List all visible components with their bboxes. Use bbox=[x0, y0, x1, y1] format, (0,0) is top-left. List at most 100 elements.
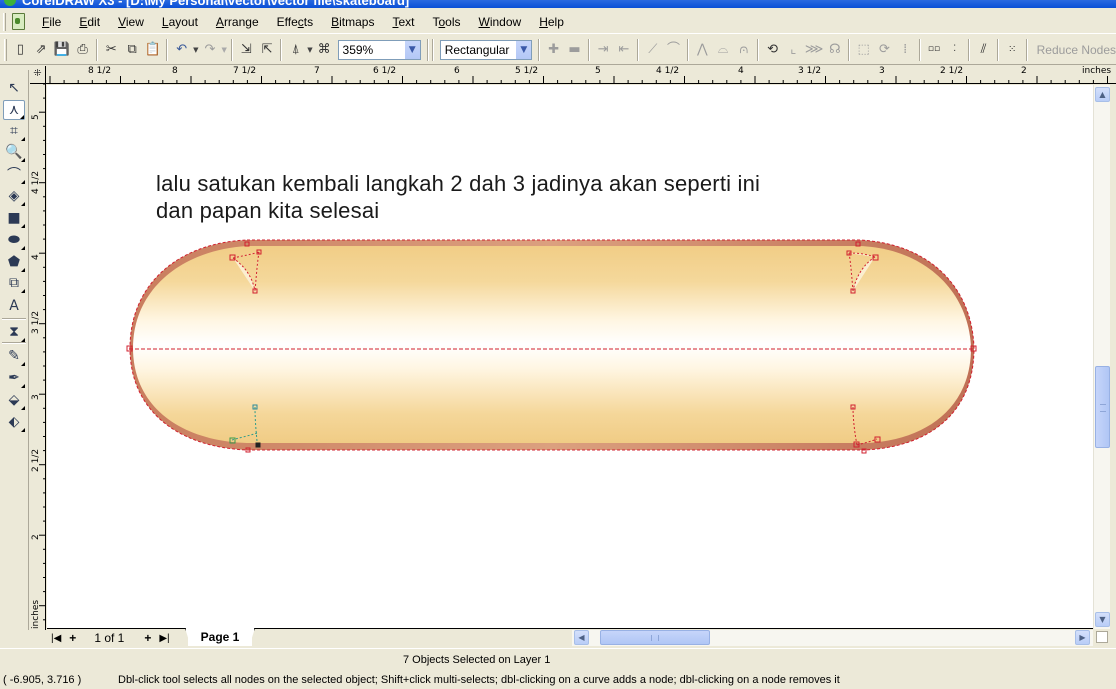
menu-effects[interactable]: Effects bbox=[268, 10, 322, 34]
save-icon[interactable]: 💾 bbox=[51, 39, 72, 61]
toolbox: ↖ ⋏ ⌗ 🔍 ⌒ ◈ ■ ⬬ ⬟ ⧉ A ⧗ ✎ ✒ ⬙ ⬖ bbox=[0, 70, 29, 630]
menu-file[interactable]: File bbox=[33, 10, 70, 34]
toolbar-separator bbox=[166, 38, 169, 61]
symmetrical-node-icon[interactable]: ⩀ bbox=[733, 39, 754, 61]
redo-icon[interactable]: ↷ bbox=[200, 39, 221, 61]
elastic-mode-icon[interactable]: ⫽ bbox=[973, 39, 994, 61]
undo-icon[interactable]: ↶ bbox=[171, 39, 192, 61]
crop-tool-icon[interactable]: ⌗ bbox=[3, 121, 25, 141]
stretch-nodes-icon[interactable]: ⬚ bbox=[853, 39, 874, 61]
reduce-nodes-button[interactable]: Reduce Nodes bbox=[1037, 43, 1116, 57]
convert-to-line-icon[interactable]: ⟋ bbox=[642, 39, 663, 61]
open-icon[interactable]: ⇗ bbox=[31, 39, 52, 61]
reflect-vertical-icon[interactable]: ⁚ bbox=[944, 39, 965, 61]
chevron-down-icon[interactable]: ▼ bbox=[403, 40, 420, 59]
last-page-button[interactable]: ▶| bbox=[155, 633, 173, 644]
shape-tool-icon[interactable]: ⋏ bbox=[3, 100, 25, 120]
flyout-indicator-icon bbox=[21, 428, 25, 432]
join-nodes-icon[interactable]: ⇥ bbox=[593, 39, 614, 61]
menu-window[interactable]: Window bbox=[470, 10, 531, 34]
add-page-after-button[interactable]: + bbox=[140, 631, 155, 645]
launcher-dropdown-icon[interactable]: ▼ bbox=[306, 46, 314, 54]
interactive-fill-tool-icon[interactable]: ⬖ bbox=[3, 412, 25, 432]
drawing-canvas[interactable]: lalu satukan kembali langkah 2 dah 3 jad… bbox=[47, 85, 1093, 628]
snap-to-icon[interactable]: ⌘ bbox=[314, 39, 335, 61]
first-page-button[interactable]: |◀ bbox=[47, 633, 65, 644]
scroll-down-icon[interactable]: ▼ bbox=[1095, 612, 1110, 627]
select-all-nodes-icon[interactable]: ⁙ bbox=[1002, 39, 1023, 61]
menu-bitmaps[interactable]: Bitmaps bbox=[322, 10, 383, 34]
rectangle-tool-icon[interactable]: ■ bbox=[3, 208, 25, 228]
menu-help[interactable]: Help bbox=[530, 10, 573, 34]
smart-fill-tool-icon[interactable]: ◈ bbox=[3, 186, 25, 206]
toolbar-grip[interactable] bbox=[4, 38, 7, 61]
vertical-ruler[interactable]: 54 1/2 4 3 1/2 3 2 1/2 2 inches bbox=[30, 84, 46, 630]
convert-to-curve-icon[interactable]: ⌒ bbox=[663, 39, 684, 61]
add-page-before-button[interactable]: + bbox=[65, 631, 80, 645]
selection-status: 7 Objects Selected on Layer 1 bbox=[403, 654, 551, 666]
horizontal-scrollbar[interactable]: ◀ ▶ bbox=[572, 630, 1093, 646]
extract-subpath-icon[interactable]: ⋙ bbox=[804, 39, 825, 61]
menu-bar: File Edit View Layout Arrange Effects Bitmaps T… bbox=[0, 10, 1116, 34]
toolbar-separator bbox=[996, 38, 999, 61]
marquee-mode-combo[interactable]: Rectangular ▼ bbox=[439, 39, 533, 60]
undo-dropdown-icon[interactable]: ▼ bbox=[192, 46, 200, 54]
scroll-right-icon[interactable]: ▶ bbox=[1075, 630, 1090, 645]
text-tool-icon[interactable]: A bbox=[3, 296, 25, 316]
document-icon[interactable] bbox=[11, 13, 25, 30]
page-navigator: |◀ + 1 of 1 + ▶| bbox=[47, 629, 174, 647]
break-curve-icon[interactable]: ⇤ bbox=[614, 39, 635, 61]
menu-edit[interactable]: Edit bbox=[70, 10, 109, 34]
ellipse-tool-icon[interactable]: ⬬ bbox=[3, 230, 25, 250]
new-document-icon[interactable]: ▯ bbox=[10, 39, 31, 61]
rotate-nodes-icon[interactable]: ⟳ bbox=[874, 39, 895, 61]
page-tab-label[interactable]: Page 1 bbox=[188, 629, 252, 646]
copy-icon[interactable]: ⧉ bbox=[122, 39, 143, 61]
cut-icon[interactable]: ✂ bbox=[101, 39, 122, 61]
zoom-level-combo[interactable]: 359% ▼ bbox=[337, 39, 421, 60]
interactive-blend-tool-icon[interactable]: ⧗ bbox=[3, 322, 25, 342]
flyout-indicator-icon bbox=[21, 384, 25, 388]
menu-tools[interactable]: Tools bbox=[423, 10, 469, 34]
scroll-up-icon[interactable]: ▲ bbox=[1095, 87, 1110, 102]
add-node-icon[interactable]: ✚ bbox=[543, 39, 564, 61]
flyout-indicator-icon bbox=[21, 289, 25, 293]
polygon-tool-icon[interactable]: ⬟ bbox=[3, 252, 25, 272]
menu-arrange[interactable]: Arrange bbox=[207, 10, 268, 34]
align-nodes-icon[interactable]: ⁞ bbox=[895, 39, 916, 61]
export-icon[interactable]: ⇱ bbox=[257, 39, 278, 61]
menu-grip[interactable] bbox=[3, 12, 6, 31]
zoom-tool-icon[interactable]: 🔍 bbox=[3, 142, 25, 162]
reverse-direction-icon[interactable]: ⟲ bbox=[762, 39, 783, 61]
delete-node-icon[interactable]: ▬ bbox=[564, 39, 585, 61]
ruler-origin-icon[interactable]: ⁜ bbox=[30, 66, 46, 84]
vertical-scroll-thumb[interactable] bbox=[1095, 366, 1110, 448]
menu-text[interactable]: Text bbox=[383, 10, 423, 34]
outline-tool-icon[interactable]: ✒ bbox=[3, 368, 25, 388]
skateboard-drawing[interactable] bbox=[47, 85, 1093, 628]
paste-icon[interactable]: 📋 bbox=[143, 39, 164, 61]
chevron-down-icon[interactable]: ▼ bbox=[515, 40, 532, 59]
vertical-scrollbar[interactable]: ▲ ▼ bbox=[1093, 85, 1110, 629]
smooth-node-icon[interactable]: ⌓ bbox=[713, 39, 734, 61]
cusp-node-icon[interactable]: ⋀ bbox=[692, 39, 713, 61]
horizontal-ruler[interactable]: 8 1/2 8 7 1/2 7 6 1/2 6 5 1/2 5 4 1/2 4 3 1/2 3 2 1/… bbox=[46, 66, 1116, 84]
basic-shapes-tool-icon[interactable]: ⧉ bbox=[3, 273, 25, 293]
import-icon[interactable]: ⇲ bbox=[236, 39, 257, 61]
menu-layout[interactable]: Layout bbox=[153, 10, 207, 34]
auto-close-icon[interactable]: ☊ bbox=[825, 39, 846, 61]
toolbar-separator bbox=[918, 38, 921, 61]
extend-curve-icon[interactable]: ⌞ bbox=[783, 39, 804, 61]
freehand-tool-icon[interactable]: ⌒ bbox=[3, 164, 25, 184]
scroll-left-icon[interactable]: ◀ bbox=[574, 630, 589, 645]
application-launcher-icon[interactable]: ⍋ bbox=[285, 39, 306, 61]
menu-view[interactable]: View bbox=[109, 10, 153, 34]
eyedropper-tool-icon[interactable]: ✎ bbox=[3, 346, 25, 366]
print-icon[interactable]: ⎙ bbox=[72, 39, 93, 61]
horizontal-scroll-thumb[interactable] bbox=[600, 630, 710, 645]
flyout-indicator-icon bbox=[21, 158, 25, 162]
reflect-horizontal-icon[interactable]: ▫▫ bbox=[924, 39, 945, 61]
redo-dropdown-icon[interactable]: ▼ bbox=[220, 46, 228, 54]
fill-tool-icon[interactable]: ⬙ bbox=[3, 390, 25, 410]
pick-tool-icon[interactable]: ↖ bbox=[3, 78, 25, 98]
